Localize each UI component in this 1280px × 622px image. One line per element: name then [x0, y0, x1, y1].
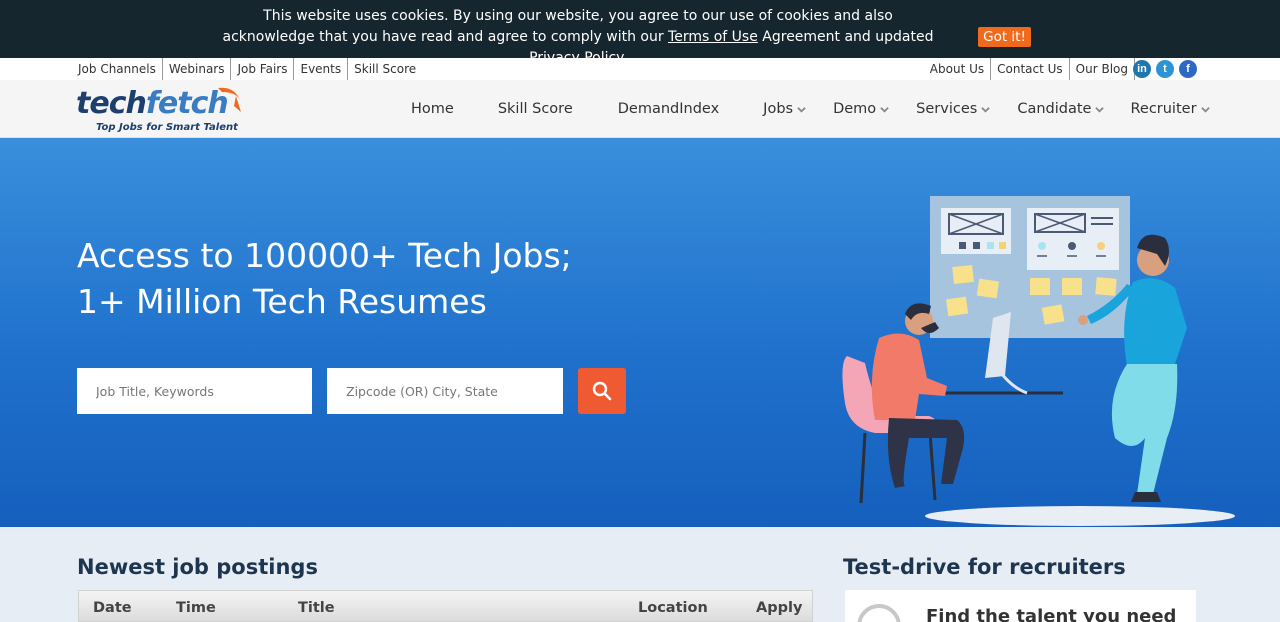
keyword-search-input[interactable]	[77, 368, 312, 414]
util-link-webinars[interactable]: Webinars	[163, 58, 232, 80]
nav-item-demandindex[interactable]: DemandIndex	[618, 101, 719, 117]
utility-links-right: About Us Contact Us Our Blog	[924, 58, 1135, 80]
nav-item-jobs[interactable]: Jobs	[763, 101, 806, 117]
util-link-events[interactable]: Events	[294, 58, 349, 80]
nav-label: Home	[411, 101, 454, 117]
util-link-contact-us[interactable]: Contact Us	[991, 58, 1070, 80]
search-icon	[592, 381, 612, 401]
nav-label: Jobs	[763, 101, 794, 117]
nav-menu: Home Skill Score DemandIndex Jobs Demo S…	[395, 80, 1210, 138]
chevron-down-icon	[797, 106, 806, 113]
hero-section: Access to 100000+ Tech Jobs; 1+ Million …	[0, 138, 1280, 527]
column-header-time[interactable]: Time	[176, 600, 216, 616]
column-header-title[interactable]: Title	[298, 600, 335, 616]
recruiter-card[interactable]: Find the talent you need	[845, 590, 1196, 622]
social-links: in t f	[1133, 60, 1197, 78]
clock-icon	[857, 604, 901, 622]
main-nav: techfetch Top Jobs for Smart Talent Home…	[0, 80, 1280, 138]
terms-of-use-link[interactable]: Terms of Use	[668, 29, 758, 45]
nav-item-home[interactable]: Home	[411, 101, 454, 117]
util-link-skill-score[interactable]: Skill Score	[348, 58, 422, 80]
cookie-text-segment: acknowledge that you have read and agree…	[222, 29, 669, 45]
logo-wordmark: techfetch	[76, 86, 229, 121]
facebook-icon[interactable]: f	[1179, 60, 1197, 78]
chevron-down-icon	[880, 106, 889, 113]
cookie-line-1: This website uses cookies. By using our …	[263, 8, 893, 24]
utility-links-left: Job Channels Webinars Job Fairs Events S…	[72, 58, 422, 80]
linkedin-icon[interactable]: in	[1133, 60, 1151, 78]
util-link-our-blog[interactable]: Our Blog	[1070, 58, 1135, 80]
nav-item-candidate[interactable]: Candidate	[1017, 101, 1105, 117]
logo-tagline: Top Jobs for Smart Talent	[96, 122, 238, 133]
nav-item-demo[interactable]: Demo	[833, 101, 889, 117]
chevron-down-icon	[981, 106, 991, 113]
hero-illustration	[842, 196, 1235, 526]
nav-label: Skill Score	[497, 101, 573, 117]
nav-label: Demo	[833, 101, 877, 117]
location-search-input[interactable]	[327, 368, 563, 414]
column-header-location[interactable]: Location	[638, 600, 708, 616]
newest-jobs-title: Newest job postings	[77, 555, 318, 579]
jobs-table-header: Date Time Title Location Apply	[78, 590, 813, 622]
util-link-job-fairs[interactable]: Job Fairs	[231, 58, 295, 80]
nav-label: Candidate	[1017, 101, 1092, 117]
nav-item-skill-score[interactable]: Skill Score	[498, 101, 573, 117]
nav-label: Services	[916, 101, 978, 117]
hero-line-2: 1+ Million Tech Resumes	[77, 282, 487, 321]
nav-item-services[interactable]: Services	[916, 101, 991, 117]
utility-bar: Job Channels Webinars Job Fairs Events S…	[0, 58, 1280, 80]
test-drive-title: Test-drive for recruiters	[843, 555, 1126, 579]
util-link-about-us[interactable]: About Us	[924, 58, 992, 80]
column-header-date[interactable]: Date	[93, 600, 132, 616]
chevron-down-icon	[1095, 106, 1105, 113]
twitter-icon[interactable]: t	[1156, 60, 1174, 78]
logo-tech: tech	[76, 86, 147, 121]
nav-label: Recruiter	[1130, 101, 1197, 117]
cookie-text-segment: Agreement and updated	[757, 29, 934, 45]
column-header-apply[interactable]: Apply	[756, 600, 802, 616]
hero-line-1: Access to 100000+ Tech Jobs;	[77, 236, 572, 275]
cookie-banner: This website uses cookies. By using our …	[0, 0, 1280, 66]
search-button[interactable]	[578, 368, 626, 414]
nav-label: DemandIndex	[617, 101, 720, 117]
chevron-down-icon	[1200, 106, 1210, 113]
util-link-job-channels[interactable]: Job Channels	[72, 58, 163, 80]
logo-swoosh-icon	[218, 87, 241, 112]
got-it-button[interactable]: Got it!	[978, 27, 1031, 47]
techfetch-logo[interactable]: techfetch Top Jobs for Smart Talent	[76, 86, 246, 136]
nav-item-recruiter[interactable]: Recruiter	[1130, 101, 1210, 117]
recruiter-card-text: Find the talent you need	[926, 606, 1177, 622]
hero-headline: Access to 100000+ Tech Jobs; 1+ Million …	[77, 233, 572, 325]
